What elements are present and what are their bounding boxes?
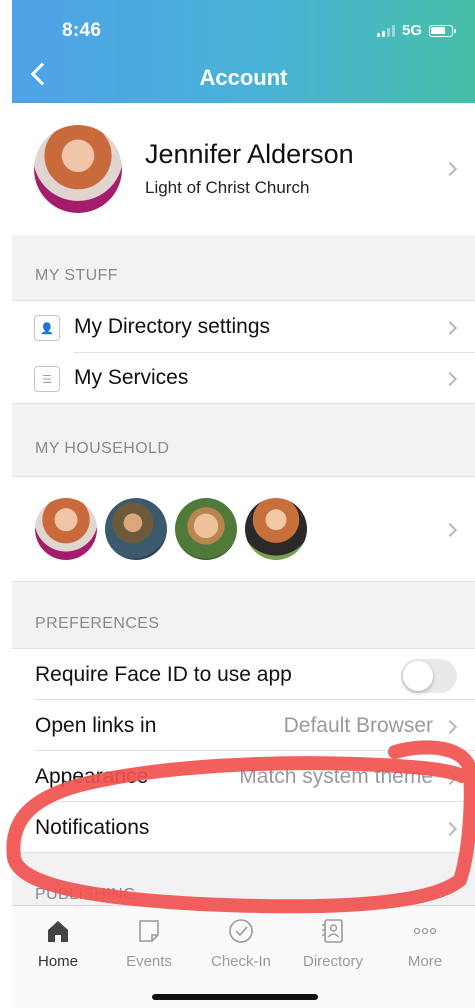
divider — [12, 648, 475, 649]
signal-icon — [376, 24, 395, 37]
divider — [35, 699, 475, 700]
my-services[interactable]: My Services — [74, 366, 188, 390]
section-my-stuff: MY STUFF — [35, 267, 118, 284]
divider — [12, 300, 475, 301]
appearance-label[interactable]: Appearance — [35, 765, 148, 789]
status-time: 8:46 — [62, 20, 102, 41]
divider — [74, 352, 475, 353]
divider — [12, 403, 475, 404]
more-icon — [413, 927, 437, 935]
profile-name: Jennifer Alderson — [145, 139, 354, 169]
directory-card-icon: 👤 — [34, 315, 60, 341]
section-publishing: PUBLISHING — [35, 886, 136, 903]
open-links-value: Default Browser — [283, 714, 433, 737]
home-indicator — [152, 994, 318, 1000]
tab-label: Directory — [302, 953, 363, 970]
household-member-avatar — [35, 498, 97, 560]
tab-directory[interactable]: Directory — [288, 906, 378, 986]
divider — [12, 476, 475, 477]
tab-events[interactable]: Events — [104, 906, 194, 986]
tab-home[interactable]: Home — [13, 906, 103, 986]
tab-label: Events — [126, 953, 172, 970]
profile-avatar — [34, 125, 122, 213]
status-indicators: 5G — [376, 22, 456, 39]
profile-church: Light of Christ Church — [145, 178, 310, 197]
battery-icon — [429, 24, 456, 37]
my-directory-settings[interactable]: My Directory settings — [74, 315, 270, 339]
tab-more[interactable]: More — [380, 906, 470, 986]
tab-bar: Home Events Check-In Directory More — [12, 905, 475, 1008]
services-list-icon: ☰ — [34, 366, 60, 392]
nav-header: 8:46 5G Account — [12, 0, 475, 103]
home-icon — [48, 921, 68, 942]
page-title: Account — [199, 65, 288, 90]
section-preferences: PREFERENCES — [35, 615, 160, 632]
tab-label: Home — [37, 953, 78, 970]
divider — [12, 852, 475, 853]
directory-icon — [322, 919, 343, 943]
section-my-household: MY HOUSEHOLD — [35, 440, 170, 457]
household-member-avatar — [175, 498, 237, 560]
face-id-label: Require Face ID to use app — [35, 663, 292, 686]
check-in-icon — [229, 919, 253, 943]
face-id-toggle[interactable] — [401, 659, 457, 693]
tab-check-in[interactable]: Check-In — [196, 906, 286, 986]
divider — [12, 581, 475, 582]
tab-label: Check-In — [210, 953, 272, 970]
household-member-avatar — [105, 498, 167, 560]
divider — [35, 750, 475, 751]
network-label: 5G — [401, 22, 422, 39]
app-screen: 8:46 5G Account Jennifer Alderson Light … — [12, 0, 475, 1008]
notifications-label[interactable]: Notifications — [35, 816, 149, 840]
household-member-avatar — [245, 498, 307, 560]
tab-label: More — [407, 953, 443, 970]
appearance-value: Match system theme — [239, 765, 433, 788]
open-links-label[interactable]: Open links in — [35, 714, 156, 738]
divider — [35, 801, 475, 802]
events-icon — [139, 920, 159, 942]
